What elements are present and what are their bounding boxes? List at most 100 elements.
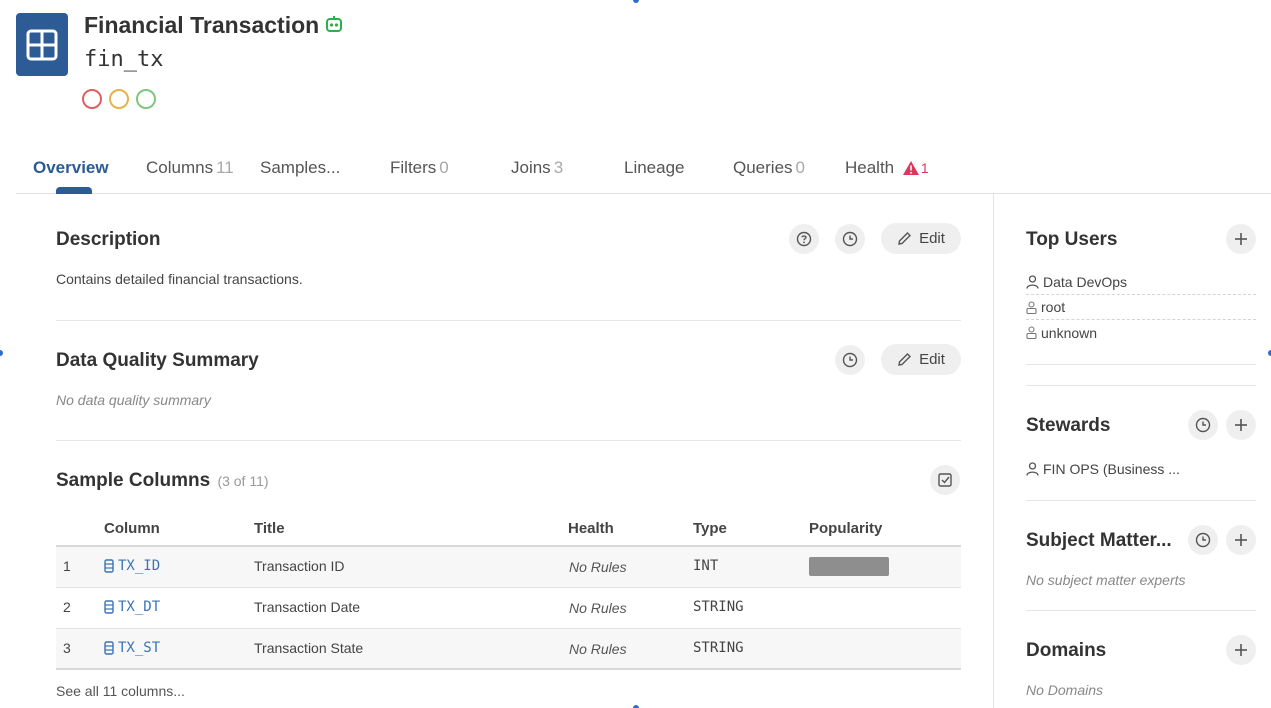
- column-health: No Rules: [569, 641, 627, 657]
- pencil-icon: [898, 232, 912, 245]
- sme-history-button[interactable]: [1188, 525, 1218, 555]
- description-edit-button[interactable]: Edit: [881, 223, 961, 254]
- tab-lineage[interactable]: Lineage: [624, 158, 685, 178]
- dq-summary-empty: No data quality summary: [56, 392, 211, 408]
- edit-label: Edit: [919, 230, 945, 247]
- help-button[interactable]: [789, 224, 819, 254]
- column-link[interactable]: TX_ST: [104, 640, 160, 656]
- status-rings: [82, 89, 156, 109]
- column-title: Transaction State: [254, 640, 364, 656]
- column-link[interactable]: TX_ID: [104, 558, 160, 574]
- sidebar-divider-line: [1026, 385, 1256, 386]
- tab-label: Lineage: [624, 158, 685, 177]
- pencil-icon: [898, 353, 912, 366]
- table-row[interactable]: 2 TX_DT Transaction Date No Rules STRING: [56, 588, 961, 629]
- column-name: TX_ID: [118, 558, 161, 574]
- tab-queries[interactable]: Queries 0: [733, 158, 805, 178]
- status-ring-red[interactable]: [82, 89, 102, 109]
- tab-overview[interactable]: Overview: [33, 158, 109, 178]
- plus-icon: [1235, 644, 1247, 656]
- status-ring-yellow[interactable]: [109, 89, 129, 109]
- add-top-user-button[interactable]: [1226, 224, 1256, 254]
- plus-icon: [1235, 233, 1247, 245]
- description-history-button[interactable]: [835, 224, 865, 254]
- add-domain-button[interactable]: [1226, 635, 1256, 665]
- dq-history-button[interactable]: [835, 345, 865, 375]
- plus-icon: [1235, 419, 1247, 431]
- user-outline-icon: [1026, 326, 1037, 339]
- column-icon: [104, 600, 114, 614]
- add-steward-button[interactable]: [1226, 410, 1256, 440]
- sme-title: Subject Matter...: [1026, 530, 1172, 551]
- stewards-history-button[interactable]: [1188, 410, 1218, 440]
- column-name: TX_ST: [118, 640, 161, 656]
- tab-count: 0: [795, 158, 805, 177]
- column-type: INT: [693, 558, 719, 574]
- user-icon: [1026, 461, 1039, 476]
- sample-columns-title-text: Sample Columns: [56, 470, 211, 491]
- tab-count: 3: [553, 158, 564, 177]
- table-row[interactable]: 3 TX_ST Transaction State No Rules STRIN…: [56, 629, 961, 670]
- description-text: Contains detailed financial transactions…: [56, 271, 303, 287]
- top-users-title: Top Users: [1026, 229, 1118, 250]
- column-title: Transaction ID: [254, 558, 345, 574]
- row-index: 3: [63, 640, 71, 656]
- section-divider: [56, 320, 961, 321]
- column-header-column[interactable]: Column: [104, 520, 160, 537]
- tab-label: Overview: [33, 158, 109, 177]
- dq-summary-title: Data Quality Summary: [56, 350, 259, 371]
- tab-label: Joins: [511, 158, 551, 177]
- column-header-type[interactable]: Type: [693, 520, 727, 537]
- page-title-text: Financial Transaction: [84, 12, 320, 38]
- robot-icon: [325, 12, 343, 39]
- status-ring-green[interactable]: [136, 89, 156, 109]
- column-health: No Rules: [569, 559, 627, 575]
- dq-edit-button[interactable]: Edit: [881, 344, 961, 375]
- column-header-health[interactable]: Health: [568, 520, 614, 537]
- sidebar-divider-line: [1026, 364, 1256, 365]
- top-user-item[interactable]: unknown: [1026, 320, 1256, 345]
- column-link[interactable]: TX_DT: [104, 599, 160, 615]
- asset-name: fin_tx: [84, 47, 164, 72]
- history-icon: [1195, 417, 1211, 433]
- sample-columns-action-button[interactable]: [930, 465, 960, 495]
- see-all-columns-link[interactable]: See all 11 columns...: [56, 683, 185, 699]
- edit-label: Edit: [919, 351, 945, 368]
- table-row[interactable]: 1 TX_ID Transaction ID No Rules INT: [56, 547, 961, 588]
- table-icon: [16, 13, 68, 76]
- column-health: No Rules: [569, 600, 627, 616]
- checklist-icon: [938, 473, 952, 487]
- page-title: Financial Transaction: [84, 12, 343, 39]
- tab-joins[interactable]: Joins 3: [511, 158, 563, 178]
- tab-label: Samples...: [260, 158, 341, 177]
- tab-label: Filters: [390, 158, 437, 177]
- health-count: 1: [920, 160, 929, 176]
- tab-bar: Overview Columns 11 Samples... Filters 0 J…: [16, 150, 1271, 194]
- tab-samples[interactable]: Samples...: [260, 158, 340, 178]
- warning-icon: [902, 160, 919, 180]
- user-name: root: [1041, 299, 1066, 315]
- domains-title: Domains: [1026, 640, 1107, 661]
- column-type: STRING: [693, 599, 744, 615]
- top-user-item[interactable]: root: [1026, 295, 1256, 320]
- tab-health[interactable]: Health 1: [845, 158, 929, 180]
- tab-label: Health: [845, 158, 895, 177]
- row-index: 1: [63, 558, 71, 574]
- column-header-title[interactable]: Title: [254, 520, 285, 537]
- user-outline-icon: [1026, 300, 1037, 314]
- selection-handle: [0, 350, 3, 356]
- tab-columns[interactable]: Columns 11: [146, 158, 234, 178]
- table-header: Column Title Health Type Popularity: [56, 512, 961, 547]
- top-user-item[interactable]: Data DevOps: [1026, 270, 1256, 295]
- steward-item[interactable]: FIN OPS (Business ...: [1026, 456, 1256, 481]
- sidebar-divider-line: [1026, 610, 1256, 611]
- column-header-popularity[interactable]: Popularity: [809, 520, 882, 537]
- sme-empty: No subject matter experts: [1026, 572, 1186, 588]
- tab-label: Queries: [733, 158, 793, 177]
- tab-filters[interactable]: Filters 0: [390, 158, 449, 178]
- sample-columns-table: Column Title Health Type Popularity 1 TX…: [56, 512, 961, 670]
- popularity-bar: [809, 557, 889, 576]
- description-title: Description: [56, 229, 161, 250]
- history-icon: [1195, 532, 1211, 548]
- add-sme-button[interactable]: [1226, 525, 1256, 555]
